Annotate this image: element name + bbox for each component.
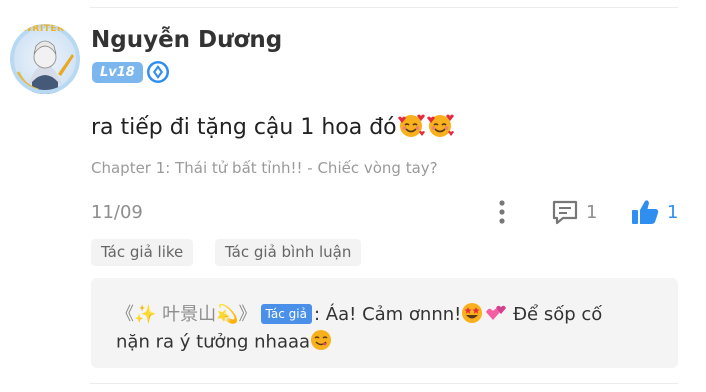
- username[interactable]: Nguyễn Dương: [91, 27, 282, 53]
- chapter-link[interactable]: Chapter 1: Thái tử bất tỉnh!! - Chiếc vò…: [91, 159, 438, 177]
- reply-text-end: nặn ra ý tưởng nhaaa: [116, 331, 311, 353]
- reply-first-line: 《✨ 叶景山💫》 Tác giả: Áa! Cảm ơnnn! Để sốp cố: [116, 300, 602, 329]
- top-divider: [90, 7, 678, 8]
- reply-text-start: Áa! Cảm ơnnn!: [325, 304, 462, 325]
- reply-text-tail: Để sốp cố: [513, 304, 603, 325]
- comment-body: ra tiếp đi tặng cậu 1 hoa đó: [91, 115, 397, 140]
- level-badge: Lv18: [92, 62, 143, 83]
- author-badge: Tác giả: [260, 304, 312, 324]
- smiling-face-with-hearts-icon: [397, 112, 426, 144]
- author-reply[interactable]: 《✨ 叶景山💫》 Tác giả: Áa! Cảm ơnnn! Để sốp cố…: [91, 278, 678, 368]
- author-commented-tag: Tác giả bình luận: [215, 239, 362, 266]
- face-savoring-food-icon: [310, 329, 332, 356]
- avatar-frame-label: WRITER: [22, 24, 65, 34]
- comment-icon: [552, 200, 578, 225]
- reply-separator: :: [313, 304, 321, 325]
- reply-second-line: nặn ra ý tưởng nhaaa: [116, 329, 332, 356]
- thumbs-up-icon: [632, 200, 659, 224]
- bottom-divider: [90, 383, 678, 384]
- avatar[interactable]: WRITER: [10, 24, 80, 94]
- like-button[interactable]: 1: [630, 197, 678, 227]
- like-count: 1: [667, 201, 679, 223]
- more-vertical-icon: [499, 200, 505, 224]
- rank-shield-icon: [147, 61, 169, 83]
- avatar-frame: [10, 24, 80, 94]
- author-liked-tag: Tác giả like: [91, 239, 194, 266]
- more-options-button[interactable]: [494, 198, 510, 226]
- reply-author-name[interactable]: 《✨ 叶景山💫》: [116, 304, 257, 325]
- comment-text: ra tiếp đi tặng cậu 1 hoa đó: [91, 112, 455, 144]
- star-struck-face-icon: [461, 302, 483, 329]
- reply-button[interactable]: 1: [551, 198, 597, 226]
- reply-count: 1: [586, 201, 598, 223]
- comment-date: 11/09: [91, 202, 143, 223]
- smiling-face-with-hearts-icon: [426, 112, 455, 144]
- revolving-hearts-icon: [483, 302, 507, 329]
